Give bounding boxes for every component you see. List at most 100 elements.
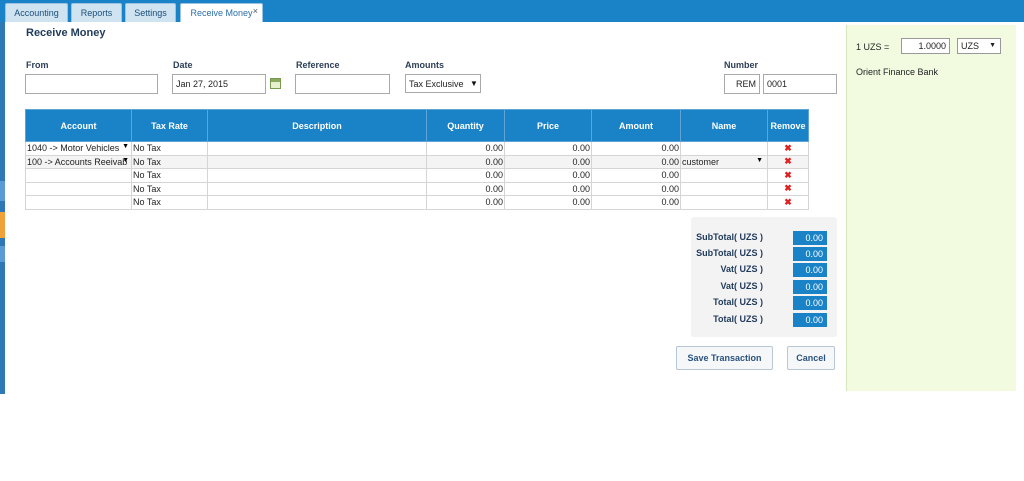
tax-rate-cell[interactable]: No Tax [131,181,208,196]
amount-cell: 0.00 [591,141,681,156]
account-value: 100 -> Accounts Reeivab [27,156,128,167]
table-header-row: Account Tax Rate Description Quantity Pr… [25,109,809,142]
column-header-description: Description [207,109,427,142]
price-cell[interactable]: 0.00 [504,168,592,183]
amounts-label: Amounts [405,60,444,70]
table-row: No Tax 0.00 0.00 0.00 ✖ [25,181,809,196]
description-cell[interactable] [207,195,427,210]
left-edge-marker-active [0,212,5,238]
column-header-remove: Remove [767,109,809,142]
name-cell[interactable] [680,168,768,183]
quantity-cell[interactable]: 0.00 [426,181,505,196]
account-select[interactable]: 1040 -> Motor Vehicles ▼ [25,141,132,156]
from-input[interactable] [25,74,158,94]
chevron-down-icon: ▼ [989,42,996,49]
left-edge-bar [0,22,5,394]
number-label: Number [724,60,759,70]
remove-icon[interactable]: ✖ [767,181,809,196]
account-select[interactable]: 100 -> Accounts Reeivab ▼ [25,154,132,169]
tab-settings[interactable]: Settings [125,3,176,22]
vat-label: Vat( UZS ) [720,281,763,291]
currency-select[interactable]: UZS ▼ [957,38,1001,54]
name-value: customer [682,156,720,167]
close-icon[interactable]: × [253,2,258,20]
amount-cell: 0.00 [591,168,681,183]
date-label: Date [173,60,193,70]
table-row: 1040 -> Motor Vehicles ▼ No Tax 0.00 0.00… [25,141,809,156]
tab-accounting[interactable]: Accounting [5,3,68,22]
save-transaction-button[interactable]: Save Transaction [676,346,773,370]
name-select[interactable]: customer ▼ [680,154,768,169]
tax-rate-cell[interactable]: No Tax [131,168,208,183]
amount-cell: 0.00 [591,154,681,169]
name-cell[interactable] [680,181,768,196]
quantity-cell[interactable]: 0.00 [426,168,505,183]
description-cell[interactable] [207,141,427,156]
name-cell[interactable] [680,195,768,210]
remove-icon[interactable]: ✖ [767,195,809,210]
rate-input[interactable]: 1.0000 [901,38,950,54]
amount-cell: 0.00 [591,181,681,196]
number-prefix: REM [724,74,760,94]
account-select[interactable] [25,195,132,210]
left-edge-marker [0,181,5,201]
quantity-cell[interactable]: 0.00 [426,141,505,156]
account-select[interactable] [25,181,132,196]
calendar-icon[interactable] [270,78,281,89]
description-cell[interactable] [207,154,427,169]
number-input[interactable]: 0001 [763,74,837,94]
table-row: 100 -> Accounts Reeivab ▼ No Tax 0.00 0.0… [25,154,809,169]
column-header-account: Account [25,109,132,142]
left-edge-marker [0,246,5,262]
rate-label: 1 UZS = [856,42,890,52]
table-row: No Tax 0.00 0.00 0.00 ✖ [25,195,809,210]
totals-panel: SubTotal( UZS ) 0.00 SubTotal( UZS ) 0.0… [691,217,837,337]
vat-label: Vat( UZS ) [720,264,763,274]
vat-value: 0.00 [793,280,827,294]
tab-receive-money-label: Receive Money [190,8,253,18]
column-header-name: Name [680,109,768,142]
reference-input[interactable] [295,74,390,94]
remove-icon[interactable]: ✖ [767,168,809,183]
column-header-tax-rate: Tax Rate [131,109,208,142]
chevron-down-icon: ▼ [756,156,763,164]
remove-icon[interactable]: ✖ [767,141,809,156]
currency-value: UZS [961,41,979,51]
name-cell[interactable] [680,141,768,156]
chevron-down-icon: ▼ [122,156,129,164]
tax-rate-cell[interactable]: No Tax [131,141,208,156]
subtotal-label: SubTotal( UZS ) [696,232,763,242]
subtotal-value: 0.00 [793,231,827,245]
from-label: From [26,60,49,70]
price-cell[interactable]: 0.00 [504,154,592,169]
tab-reports[interactable]: Reports [71,3,122,22]
tax-rate-cell[interactable]: No Tax [131,195,208,210]
price-cell[interactable]: 0.00 [504,195,592,210]
column-header-price: Price [504,109,592,142]
remove-icon[interactable]: ✖ [767,154,809,169]
tab-receive-money[interactable]: Receive Money × [180,3,263,22]
bank-name: Orient Finance Bank [856,67,939,77]
line-items-table: Account Tax Rate Description Quantity Pr… [25,109,809,210]
quantity-cell[interactable]: 0.00 [426,195,505,210]
total-value: 0.00 [793,313,827,327]
cancel-button[interactable]: Cancel [787,346,835,370]
tax-rate-cell[interactable]: No Tax [131,154,208,169]
total-label: Total( UZS ) [713,297,763,307]
chevron-down-icon: ▼ [470,79,478,88]
price-cell[interactable]: 0.00 [504,141,592,156]
description-cell[interactable] [207,168,427,183]
total-label: Total( UZS ) [713,314,763,324]
account-select[interactable] [25,168,132,183]
total-value: 0.00 [793,296,827,310]
column-header-quantity: Quantity [426,109,505,142]
description-cell[interactable] [207,181,427,196]
vat-value: 0.00 [793,263,827,277]
date-input[interactable]: Jan 27, 2015 [172,74,266,94]
tab-bar: Accounting Reports Settings Receive Mone… [0,0,1024,22]
amount-cell: 0.00 [591,195,681,210]
quantity-cell[interactable]: 0.00 [426,154,505,169]
subtotal-value: 0.00 [793,247,827,261]
column-header-amount: Amount [591,109,681,142]
price-cell[interactable]: 0.00 [504,181,592,196]
